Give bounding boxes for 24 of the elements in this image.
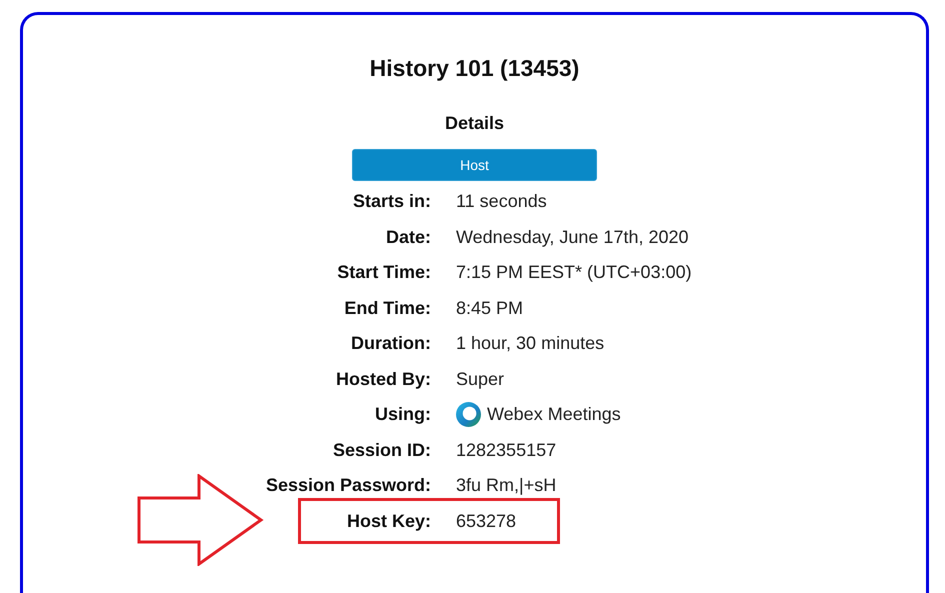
field-label: Session Password: [264,475,431,496]
field-label: Starts in: [352,191,431,212]
field-label: Hosted By: [334,368,431,390]
field-label: Start Time: [336,262,431,284]
host-button[interactable]: Host [352,149,597,181]
field-value: Wednesday, June 17th, 2020 [456,226,689,248]
field-label: Date: [384,226,431,248]
ring-icon [456,402,481,428]
field-label: Duration: [350,333,431,354]
field-value: 8:45 PM [456,298,524,319]
field-label: End Time: [343,298,431,319]
field-value: 3fu Rm,|+sH [456,475,556,496]
page-title: History 101 (13453) [368,54,580,83]
field-value: 1282355157 [456,440,556,461]
field-value: Webex Meetings [487,404,621,426]
field-label: Session ID: [332,440,431,461]
field-value: 1 hour, 30 minutes [456,333,604,354]
field-value: Super [456,368,504,390]
field-value: 653278 [456,510,516,532]
field-value: 11 seconds [456,191,547,212]
field-value: 7:15 PM EEST* (UTC+03:00) [456,262,692,284]
field-label: Host Key: [346,510,431,532]
field-label: Using: [374,404,431,426]
section-heading: Details [444,112,506,135]
